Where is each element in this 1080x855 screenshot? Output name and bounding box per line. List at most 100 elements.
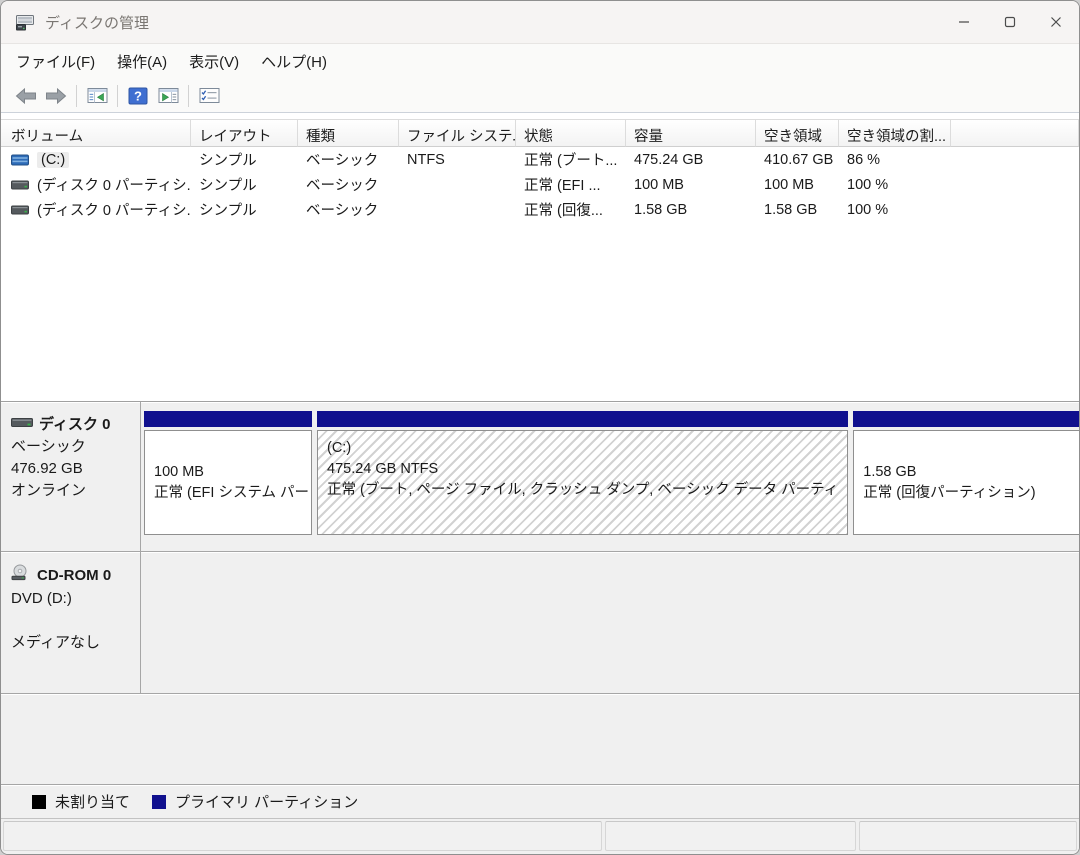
volume-row-efi[interactable]: (ディスク 0 パーティシ... シンプル ベーシック 正常 (EFI ... … — [1, 172, 1079, 197]
column-header-volume[interactable]: ボリューム — [1, 119, 191, 147]
partition-color-strip — [144, 411, 312, 427]
cdrom-0-media: メディアなし — [11, 634, 100, 651]
partition-name: (C:) — [327, 440, 352, 456]
minimize-button[interactable] — [941, 1, 987, 43]
menu-action[interactable]: 操作(A) — [106, 46, 178, 77]
volume-type: ベーシック — [306, 178, 379, 194]
disk-management-window: ディスクの管理 ファイル(F) 操作(A) 表示(V) ヘルプ(H) ? ボリュ… — [0, 0, 1080, 855]
column-header-blank — [951, 119, 1079, 147]
help-button[interactable]: ? — [123, 83, 153, 109]
window-title: ディスクの管理 — [45, 14, 149, 32]
toolbar: ? — [1, 79, 1079, 113]
cdrom-0-empty-track — [141, 552, 1079, 693]
options-button[interactable] — [194, 83, 224, 109]
toolbar-separator — [76, 84, 77, 107]
disk-0-status: オンライン — [11, 482, 87, 499]
legend-unallocated-label: 未割り当て — [55, 794, 131, 811]
partition-color-strip — [853, 411, 1079, 427]
partition-status: 正常 (EFI システム パー — [154, 484, 310, 501]
partition-size: 100 MB — [154, 463, 204, 480]
volume-name: (ディスク 0 パーティシ... — [37, 178, 191, 194]
volume-hdd-icon-blue — [11, 154, 29, 166]
partition-efi[interactable]: 100 MB 正常 (EFI システム パー — [144, 411, 312, 535]
disk-0-type: ベーシック — [11, 438, 86, 455]
partition-color-strip — [317, 411, 849, 427]
volume-free: 1.58 GB — [764, 201, 818, 218]
show-action-pane-button[interactable] — [153, 83, 183, 109]
volume-pct-free: 86 % — [847, 151, 881, 168]
disk-0-row: ディスク 0 ベーシック 476.92 GB オンライン 100 MB 正常 (… — [1, 402, 1079, 552]
column-header-layout[interactable]: レイアウト — [191, 119, 298, 147]
status-panel — [605, 821, 856, 851]
legend-primary-label: プライマリ パーティション — [175, 794, 359, 811]
menu-view[interactable]: 表示(V) — [178, 46, 250, 77]
show-console-tree-button[interactable] — [82, 83, 112, 109]
partition-recovery[interactable]: 1.58 GB 正常 (回復パーティション) — [853, 411, 1079, 535]
volume-filesystem: NTFS — [407, 151, 445, 168]
volume-status: 正常 (回復... — [524, 203, 603, 219]
column-header-type[interactable]: 種類 — [298, 119, 399, 147]
legend-primary-swatch — [152, 794, 167, 809]
volume-free: 100 MB — [764, 176, 814, 193]
partition-size: 1.58 GB — [863, 463, 917, 480]
volume-capacity: 100 MB — [634, 176, 684, 193]
volume-table-header: ボリューム レイアウト 種類 ファイル システム 状態 容量 空き領域 空き領域… — [1, 119, 1079, 147]
close-button[interactable] — [1033, 1, 1079, 43]
status-bar — [1, 818, 1079, 854]
volume-capacity: 475.24 GB — [634, 151, 704, 168]
disk-icon — [11, 414, 33, 436]
column-header-free-space[interactable]: 空き領域 — [756, 119, 839, 147]
partition-status: 正常 (ブート, ページ ファイル, クラッシュ ダンプ, ベーシック データ … — [327, 482, 839, 498]
cdrom-0-row: CD-ROM 0 DVD (D:) メディアなし — [1, 552, 1079, 694]
cdrom-icon — [11, 564, 31, 588]
column-header-capacity[interactable]: 容量 — [626, 119, 756, 147]
cdrom-0-label-panel[interactable]: CD-ROM 0 DVD (D:) メディアなし — [1, 552, 141, 693]
partition-c-selected[interactable]: (C:) 475.24 GB NTFS 正常 (ブート, ページ ファイル, ク… — [317, 411, 849, 535]
volume-hdd-icon-dark — [11, 179, 29, 191]
volume-status: 正常 (ブート... — [524, 153, 618, 169]
volume-layout: シンプル — [199, 203, 257, 219]
volume-status: 正常 (EFI ... — [524, 178, 601, 194]
volume-list-panel: ボリューム レイアウト 種類 ファイル システム 状態 容量 空き領域 空き領域… — [1, 113, 1079, 401]
toolbar-separator — [117, 84, 118, 107]
svg-text:?: ? — [134, 88, 142, 103]
back-button[interactable] — [11, 83, 41, 109]
volume-row-c[interactable]: (C:) シンプル ベーシック NTFS 正常 (ブート... 475.24 G… — [1, 147, 1079, 172]
disk-0-label-panel[interactable]: ディスク 0 ベーシック 476.92 GB オンライン — [1, 402, 141, 551]
menu-bar: ファイル(F) 操作(A) 表示(V) ヘルプ(H) — [1, 43, 1079, 79]
cdrom-0-name: CD-ROM 0 — [37, 567, 112, 584]
toolbar-separator — [188, 84, 189, 107]
graph-panel-empty-area — [1, 694, 1079, 784]
cdrom-0-drive: DVD (D:) — [11, 590, 72, 607]
partition-status: 正常 (回復パーティション) — [863, 484, 1036, 501]
forward-button[interactable] — [41, 83, 71, 109]
volume-pct-free: 100 % — [847, 201, 889, 218]
volume-name: (ディスク 0 パーティシ... — [37, 203, 191, 219]
partition-size: 475.24 GB NTFS — [327, 461, 439, 477]
volume-type: ベーシック — [306, 203, 379, 219]
disk-0-size: 476.92 GB — [11, 460, 83, 477]
volume-pct-free: 100 % — [847, 176, 889, 193]
legend-unallocated-swatch — [32, 794, 46, 809]
volume-name: (C:) — [37, 151, 70, 168]
status-panel — [859, 821, 1077, 851]
column-header-pct-free[interactable]: 空き領域の割... — [839, 119, 951, 147]
volume-capacity: 1.58 GB — [634, 201, 688, 218]
volume-hdd-icon-dark — [11, 204, 29, 216]
volume-layout: シンプル — [199, 153, 257, 169]
maximize-button[interactable] — [987, 1, 1033, 43]
legend-bar: 未割り当て プライマリ パーティション — [1, 784, 1079, 818]
disk-0-name: ディスク 0 — [39, 416, 111, 433]
title-bar: ディスクの管理 — [1, 1, 1079, 43]
menu-file[interactable]: ファイル(F) — [5, 46, 106, 77]
volume-type: ベーシック — [306, 153, 379, 169]
menu-help[interactable]: ヘルプ(H) — [250, 46, 338, 77]
graphical-view-panel: ディスク 0 ベーシック 476.92 GB オンライン 100 MB 正常 (… — [1, 401, 1079, 784]
disk-0-partitions: 100 MB 正常 (EFI システム パー (C:) 475.24 GB NT… — [141, 402, 1079, 551]
column-header-filesystem[interactable]: ファイル システム — [399, 119, 516, 147]
volume-free: 410.67 GB — [764, 151, 834, 168]
disk-management-app-icon — [15, 14, 35, 31]
volume-row-recovery[interactable]: (ディスク 0 パーティシ... シンプル ベーシック 正常 (回復... 1.… — [1, 197, 1079, 222]
status-panel — [3, 821, 602, 851]
column-header-status[interactable]: 状態 — [516, 119, 626, 147]
